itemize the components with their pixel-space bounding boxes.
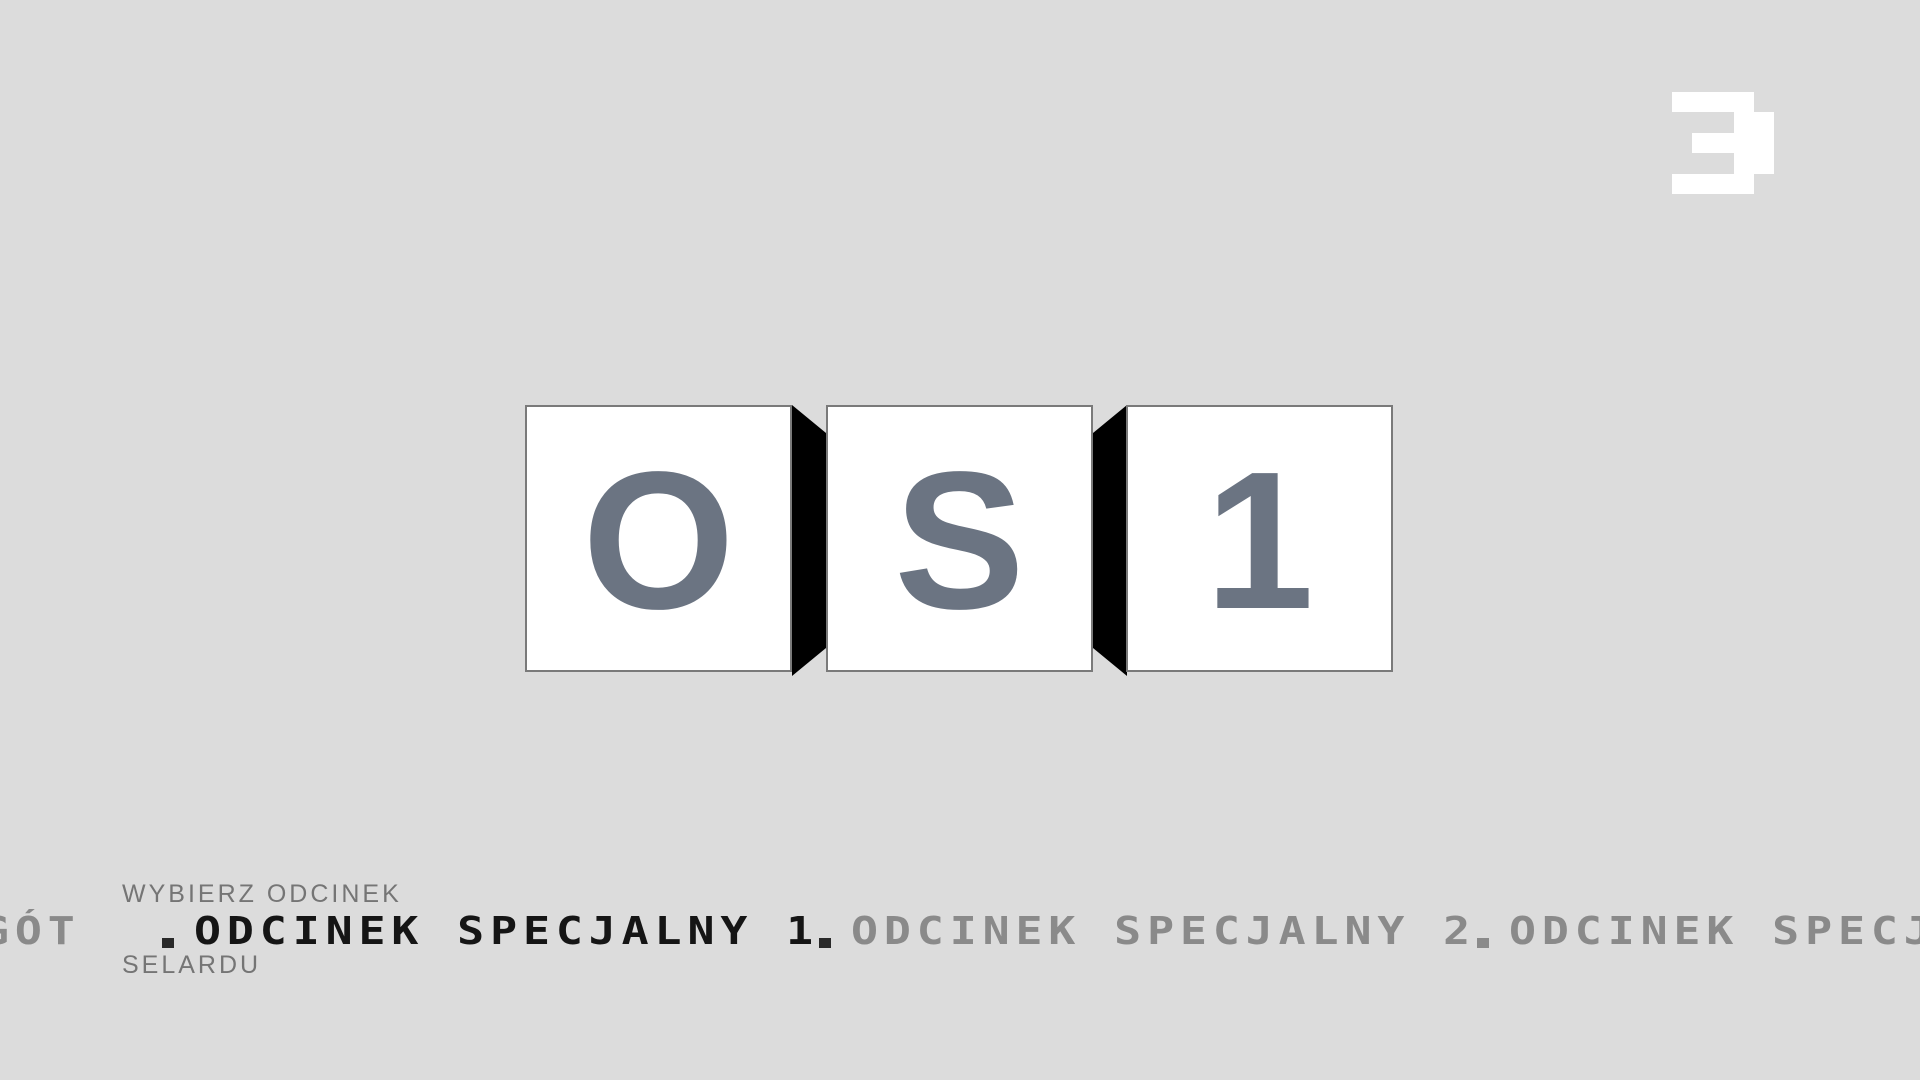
episode-carousel[interactable]: GÓT ODCINEK SPECJALNY 1 ODCINEK SPECJALNY …: [0, 906, 1920, 956]
separator-dot: [1477, 937, 1490, 948]
three-logo-icon: [1672, 92, 1774, 194]
tile-connector: [792, 405, 826, 676]
code-char: 1: [1204, 430, 1314, 650]
code-tile: O: [525, 405, 792, 672]
code-tile: 1: [1126, 405, 1393, 672]
episode-code-display: O S 1: [525, 405, 1396, 676]
episode-select-screen: O S 1 WYBIERZ ODCINEK GÓT ODCINEK SPECJAL…: [0, 0, 1920, 1080]
code-tile: S: [826, 405, 1093, 672]
episode-item[interactable]: ODCINEK SPECJALNY 2: [851, 906, 1476, 956]
code-char: O: [582, 430, 735, 650]
separator-dot: [819, 937, 832, 948]
episode-item-selected[interactable]: ODCINEK SPECJALNY 1: [194, 906, 819, 956]
separator-dot: [161, 937, 174, 948]
episode-item[interactable]: ODCINEK SPECJALI: [1509, 906, 1920, 956]
selector-title: WYBIERZ ODCINEK: [122, 880, 402, 908]
tile-connector: [1093, 405, 1127, 676]
episode-item[interactable]: GÓT: [0, 906, 81, 956]
selector-subtitle: SELARDU: [122, 951, 262, 979]
code-char: S: [894, 430, 1025, 650]
